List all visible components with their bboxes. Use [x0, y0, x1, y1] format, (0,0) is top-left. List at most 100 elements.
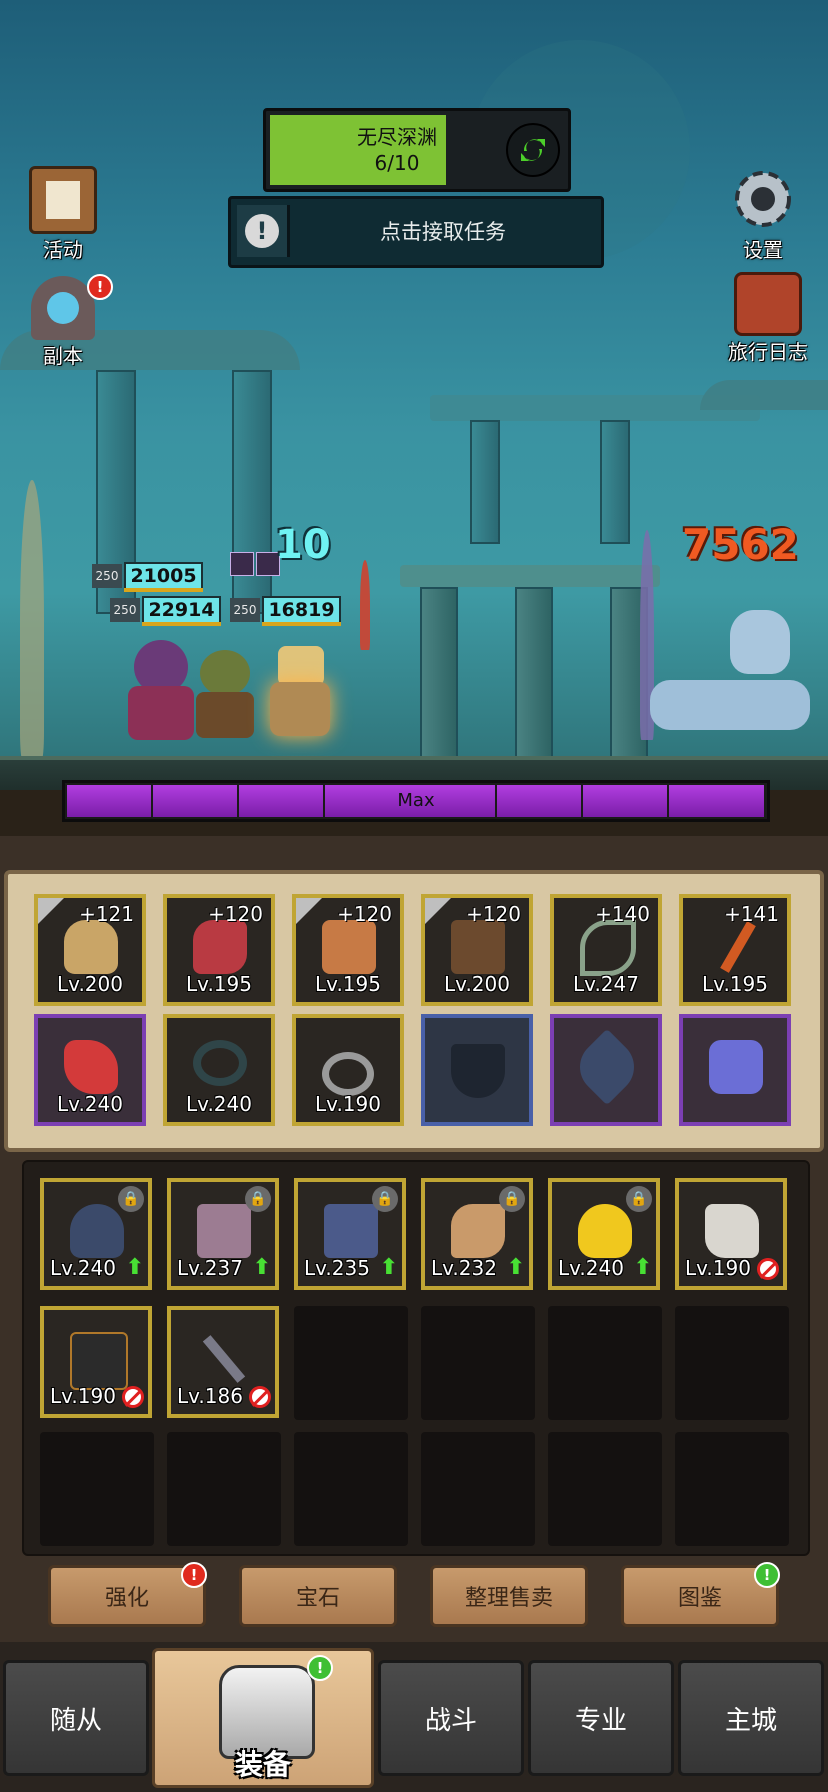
rage-label: Max — [397, 790, 435, 811]
empty-inventory-slot — [167, 1432, 281, 1546]
tab-main-city[interactable]: 主城 — [678, 1660, 824, 1776]
golden-bag-icon — [578, 1204, 632, 1258]
refresh-icon[interactable] — [506, 123, 560, 177]
dagger-icon — [720, 921, 756, 973]
hero-level: 250 — [110, 598, 140, 622]
tab-main-city-label: 主城 — [724, 1706, 777, 1736]
activity-button[interactable]: 活动 — [13, 166, 113, 263]
tab-battle[interactable]: 战斗 — [378, 1660, 524, 1776]
tab-followers[interactable]: 随从 — [3, 1660, 149, 1776]
notification-badge: ! — [87, 274, 113, 300]
skull-helmet-icon — [64, 920, 118, 974]
bracer-icon — [197, 1204, 251, 1258]
game-screen: 250 21005 250 22914 250 16819 10 7562 无尽… — [0, 0, 828, 1792]
forbidden-icon — [249, 1386, 271, 1408]
forbidden-icon — [122, 1386, 144, 1408]
equipped-slot[interactable]: Lv.190 — [292, 1014, 404, 1126]
enhance-label: 强化 — [104, 1586, 149, 1611]
empty-inventory-slot — [548, 1306, 662, 1420]
empty-inventory-slot — [675, 1306, 789, 1420]
empty-inventory-slot — [294, 1306, 408, 1420]
claw-arm-icon — [451, 1204, 505, 1258]
enhance-button[interactable]: 强化 ! — [48, 1562, 207, 1627]
sort-sell-button[interactable]: 整理售卖 — [430, 1565, 588, 1627]
inventory-item[interactable]: Lv.190 — [675, 1178, 787, 1290]
chest-armor-icon — [322, 920, 376, 974]
codex-button[interactable]: 图鉴 ! — [621, 1562, 780, 1627]
codex-label: 图鉴 — [677, 1586, 722, 1611]
upgrade-arrow-icon: ⬆ — [633, 1255, 652, 1280]
lock-icon[interactable]: 🔒 — [372, 1186, 398, 1212]
arrowhead-icon — [568, 1028, 646, 1106]
lock-icon[interactable]: 🔒 — [245, 1186, 271, 1212]
book-icon — [734, 272, 802, 336]
tab-equipment[interactable]: ! 装备 — [152, 1648, 374, 1788]
hero-hp-bar: 250 21005 — [92, 562, 207, 592]
enemy-ice-golem[interactable] — [650, 610, 820, 760]
gem-label: 宝石 — [295, 1586, 340, 1611]
hero-sorceress[interactable] — [120, 640, 200, 740]
inventory-item[interactable]: Lv.186 — [167, 1306, 279, 1418]
forbidden-icon — [757, 1258, 779, 1280]
hero-level: 250 — [230, 598, 260, 622]
equipped-slot[interactable]: Lv.240 — [163, 1014, 275, 1126]
upgrade-arrow-icon: ⬆ — [125, 1255, 144, 1280]
journal-button[interactable]: 旅行日志 — [713, 272, 823, 365]
equipped-slot[interactable]: Lv.240 — [34, 1014, 146, 1126]
hero-hp-value: 21005 — [124, 562, 203, 590]
equipped-slot[interactable] — [679, 1014, 791, 1126]
red-glove-icon — [64, 1040, 118, 1094]
lock-icon[interactable]: 🔒 — [499, 1186, 525, 1212]
hero-mage[interactable] — [260, 640, 340, 740]
task-label: 点击接取任务 — [380, 220, 506, 244]
inventory-item[interactable]: Lv.237 🔒 ⬆ — [167, 1178, 279, 1290]
settings-label: 设置 — [743, 238, 783, 262]
activity-icon — [29, 166, 97, 234]
dungeon-label: 副本 — [43, 344, 83, 368]
dark-chest-icon — [70, 1332, 128, 1390]
inventory-item[interactable]: Lv.240 🔒 ⬆ — [40, 1178, 152, 1290]
tab-battle-label: 战斗 — [424, 1706, 477, 1736]
tab-followers-label: 随从 — [49, 1706, 102, 1736]
upgrade-arrow-icon: ⬆ — [252, 1255, 271, 1280]
bone-bow-icon — [580, 920, 636, 976]
equipped-slot[interactable]: +120 Lv.195 — [292, 894, 404, 1006]
hero-goblin[interactable] — [190, 650, 260, 740]
rage-bar: Max — [62, 780, 770, 822]
tab-profession[interactable]: 专业 — [528, 1660, 674, 1776]
notification-badge: ! — [754, 1562, 780, 1588]
activity-label: 活动 — [43, 238, 83, 262]
equipped-slot[interactable]: +121 Lv.200 — [34, 894, 146, 1006]
dungeon-button[interactable]: 副本 ! — [13, 274, 113, 369]
gem-ring-icon — [322, 1052, 374, 1096]
stage-title: 无尽深渊 — [357, 125, 437, 149]
equipped-slot[interactable] — [550, 1014, 662, 1126]
stage-progress-text: 6/10 — [374, 151, 420, 175]
lock-icon[interactable]: 🔒 — [118, 1186, 144, 1212]
shield-placeholder-icon — [451, 1044, 505, 1098]
upgrade-arrow-icon: ⬆ — [506, 1255, 525, 1280]
lock-icon[interactable]: 🔒 — [626, 1186, 652, 1212]
sort-sell-label: 整理售卖 — [464, 1586, 553, 1611]
equipped-slot[interactable]: +140 Lv.247 — [550, 894, 662, 1006]
portal-icon — [31, 276, 95, 340]
inventory-item[interactable]: Lv.240 🔒 ⬆ — [548, 1178, 660, 1290]
settings-button[interactable]: 设置 — [713, 164, 813, 263]
inventory-item[interactable]: Lv.232 🔒 ⬆ — [421, 1178, 533, 1290]
notification-badge: ! — [307, 1655, 333, 1681]
equipped-slot[interactable]: +141 Lv.195 — [679, 894, 791, 1006]
hero-hp-value: 16819 — [262, 596, 341, 624]
inventory-item[interactable]: Lv.190 — [40, 1306, 152, 1418]
inventory-item[interactable]: Lv.235 🔒 ⬆ — [294, 1178, 406, 1290]
journal-label: 旅行日志 — [728, 340, 808, 364]
empty-equipment-slot[interactable] — [421, 1014, 533, 1126]
equipped-slot[interactable]: +120 Lv.195 — [163, 894, 275, 1006]
hero-hp-bar: 250 16819 — [230, 596, 345, 626]
tab-profession-label: 专业 — [574, 1706, 627, 1736]
equipped-slot[interactable]: +120 Lv.200 — [421, 894, 533, 1006]
horned-helmet-icon — [70, 1204, 124, 1258]
gem-button[interactable]: 宝石 — [239, 1565, 397, 1627]
task-bar[interactable]: ! 点击接取任务 — [228, 196, 604, 268]
empty-inventory-slot — [675, 1432, 789, 1546]
stage-progress[interactable]: 无尽深渊 6/10 — [263, 108, 571, 192]
